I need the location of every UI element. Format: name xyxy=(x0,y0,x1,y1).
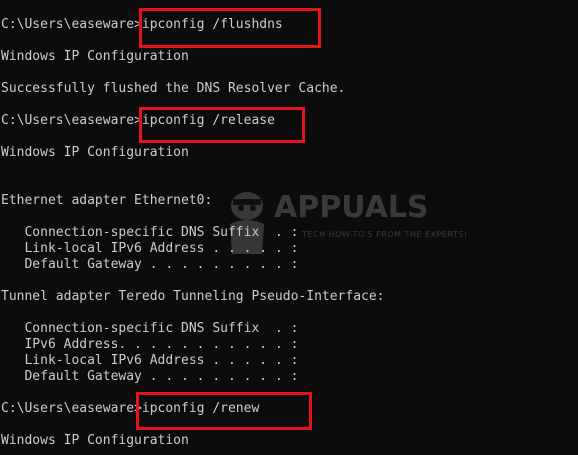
command-prompt-window[interactable]: C:\Users\easeware>ipconfig /flushdns Win… xyxy=(0,0,578,455)
terminal-line: Tunnel adapter Teredo Tunneling Pseudo-I… xyxy=(1,289,385,304)
watermark-brand: APPUALS xyxy=(274,190,429,225)
terminal-line: Link-local IPv6 Address . . . . . : xyxy=(1,353,299,368)
terminal-line: Ethernet adapter Ethernet0: xyxy=(1,193,213,208)
watermark-tagline: TECH HOW-TO'S FROM THE EXPERTS! xyxy=(302,230,468,239)
terminal-line: IPv6 Address. . . . . . . . . . . : xyxy=(1,337,299,352)
highlight-box-release xyxy=(139,107,305,143)
mascot-icon xyxy=(230,192,264,254)
highlight-box-flushdns xyxy=(139,8,321,48)
terminal-line: Windows IP Configuration xyxy=(1,49,189,64)
terminal-line: Connection-specific DNS Suffix . : xyxy=(1,321,299,336)
appuals-watermark: APPUALS TECH HOW-TO'S FROM THE EXPERTS! xyxy=(222,186,467,281)
terminal-line: Windows IP Configuration xyxy=(1,145,189,160)
terminal-line: Windows IP Configuration xyxy=(1,433,189,448)
highlight-box-renew xyxy=(136,392,312,430)
terminal-line: Successfully flushed the DNS Resolver Ca… xyxy=(1,81,346,96)
terminal-line: Default Gateway . . . . . . . . . : xyxy=(1,369,299,384)
